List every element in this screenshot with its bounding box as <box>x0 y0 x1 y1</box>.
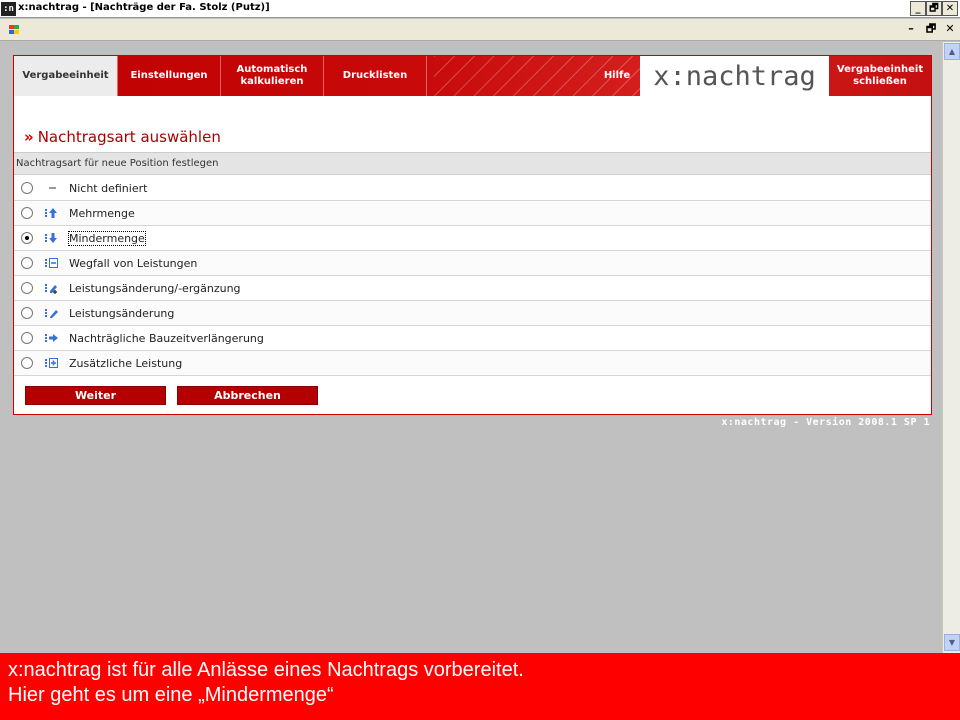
radio-leistungsaenderung[interactable] <box>21 307 33 319</box>
weiter-button[interactable]: Weiter <box>25 386 166 405</box>
mdi-menustrip: – 🗗 ✕ <box>0 19 960 41</box>
option-row-wegfall[interactable]: Wegfall von Leistungen <box>14 251 931 276</box>
content-panel: Vergabeeinheit Einstellungen Automatisch… <box>13 55 932 415</box>
option-label: Nachträgliche Bauzeitverlängerung <box>69 332 264 345</box>
pencil-icon <box>45 309 58 318</box>
radio-wegfall[interactable] <box>21 257 33 269</box>
radio-leistungsaenderung-ergaenzung[interactable] <box>21 282 33 294</box>
option-row-mehrmenge[interactable]: Mehrmenge <box>14 201 931 226</box>
nav-item-hilfe[interactable]: Hilfe <box>594 56 640 96</box>
dash-icon <box>49 187 56 189</box>
logo: x:nachtrag <box>640 56 829 96</box>
option-row-mindermenge[interactable]: Mindermenge <box>14 226 931 251</box>
window-minimize-button[interactable]: _ <box>910 1 926 16</box>
nav-item-automatisch-kalkulieren[interactable]: Automatisch kalkulieren <box>221 56 324 96</box>
radio-zusaetzliche-leistung[interactable] <box>21 357 33 369</box>
minus-box-icon <box>45 258 58 268</box>
option-row-leistungsaenderung-ergaenzung[interactable]: Leistungsänderung/-ergänzung <box>14 276 931 301</box>
nav-item-vergabeeinheit[interactable]: Vergabeeinheit <box>14 56 118 96</box>
close-vergabeeinheit-button[interactable]: Vergabeeinheit schließen <box>829 56 931 96</box>
double-chevron-icon: » <box>24 128 34 146</box>
document-icon <box>9 25 20 35</box>
window-restore-button[interactable]: 🗗 <box>926 1 942 16</box>
main-nav: Vergabeeinheit Einstellungen Automatisch… <box>14 56 931 96</box>
option-row-zusaetzliche-leistung[interactable]: Zusätzliche Leistung <box>14 351 931 376</box>
radio-mehrmenge[interactable] <box>21 207 33 219</box>
logo-text: x:nachtrag <box>653 60 816 92</box>
option-label: Leistungsänderung <box>69 307 175 320</box>
caption-line-1: x:nachtrag ist für alle Anlässe eines Na… <box>8 659 524 681</box>
version-label: x:nachtrag - Version 2008.1 SP 1 <box>721 417 930 428</box>
plus-box-icon <box>45 358 58 368</box>
window-titlebar: :n x:nachtrag - [Nachträge der Fa. Stolz… <box>0 0 960 18</box>
option-label: Leistungsänderung/-ergänzung <box>69 282 241 295</box>
option-row-leistungsaenderung[interactable]: Leistungsänderung <box>14 301 931 326</box>
arrow-down-icon <box>45 233 57 243</box>
option-label: Mehrmenge <box>69 207 135 220</box>
arrow-up-icon <box>45 208 57 218</box>
page-title-text: Nachtragsart auswählen <box>37 128 221 146</box>
mdi-close-button[interactable]: ✕ <box>943 22 957 36</box>
vertical-scrollbar[interactable]: ▲ ▼ <box>942 42 960 653</box>
option-label: Wegfall von Leistungen <box>69 257 198 270</box>
option-label: Mindermenge <box>68 231 146 246</box>
arrow-right-icon <box>45 334 58 342</box>
option-row-nicht-definiert[interactable]: Nicht definiert <box>14 176 931 201</box>
option-row-bauzeitverlaengerung[interactable]: Nachträgliche Bauzeitverlängerung <box>14 326 931 351</box>
radio-mindermenge[interactable] <box>21 232 33 244</box>
mdi-minimize-button[interactable]: – <box>904 22 918 36</box>
option-label: Nicht definiert <box>69 182 148 195</box>
nav-item-einstellungen[interactable]: Einstellungen <box>118 56 221 96</box>
window-title: x:nachtrag - [Nachträge der Fa. Stolz (P… <box>18 2 270 13</box>
scroll-down-icon[interactable]: ▼ <box>944 634 960 651</box>
nav-item-drucklisten[interactable]: Drucklisten <box>324 56 427 96</box>
page-title: » Nachtragsart auswählen <box>24 128 221 146</box>
radio-nicht-definiert[interactable] <box>21 182 33 194</box>
radio-bauzeitverlaengerung[interactable] <box>21 332 33 344</box>
caption-banner: x:nachtrag ist für alle Anlässe eines Na… <box>0 653 960 720</box>
caption-line-2: Hier geht es um eine „Mindermenge“ <box>8 684 334 706</box>
section-header: Nachtragsart für neue Position festlegen <box>14 152 931 175</box>
app-icon: :n <box>1 2 16 16</box>
window-close-button[interactable]: ✕ <box>942 1 958 16</box>
option-label: Zusätzliche Leistung <box>69 357 183 370</box>
mdi-restore-button[interactable]: 🗗 <box>924 22 938 36</box>
scroll-up-icon[interactable]: ▲ <box>944 43 960 60</box>
edit-plus-icon <box>45 284 57 294</box>
abbrechen-button[interactable]: Abbrechen <box>177 386 318 405</box>
